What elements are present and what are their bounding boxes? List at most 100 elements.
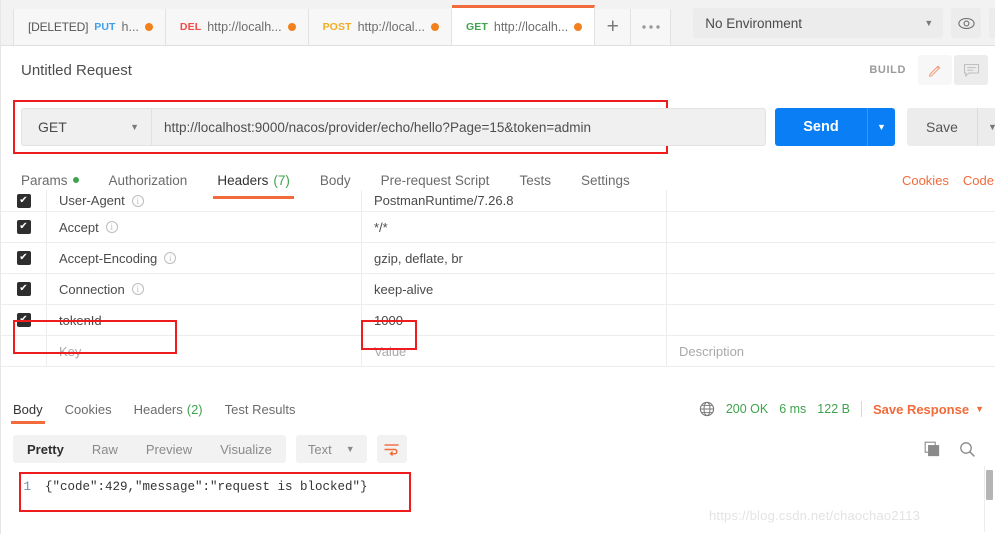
- header-row-new-value-cell[interactable]: Value: [362, 336, 667, 366]
- request-tab-2-unsaved-dot: [430, 23, 439, 31]
- code-link[interactable]: Code: [963, 173, 994, 188]
- checkbox-checked-icon[interactable]: ✔: [16, 193, 31, 208]
- send-button[interactable]: Send: [775, 108, 867, 146]
- save-button[interactable]: Save: [907, 108, 977, 146]
- table-row-empty[interactable]: Key Value Description: [1, 336, 995, 367]
- response-body-scrollbar[interactable]: [984, 466, 993, 532]
- header-row-new-checkbox-cell[interactable]: [1, 336, 47, 366]
- url-input-value: http://localhost:9000/nacos/provider/ech…: [164, 119, 592, 135]
- tab-tests-label: Tests: [519, 172, 551, 188]
- copy-icon: [924, 441, 940, 456]
- header-row-3-value: keep-alive: [374, 281, 434, 297]
- table-row[interactable]: ✔ tokenId 1000: [1, 305, 995, 336]
- tab-body-label: Body: [319, 172, 351, 188]
- header-row-3-checkbox-cell[interactable]: ✔: [1, 274, 47, 304]
- header-row-4-key-cell[interactable]: tokenId: [47, 305, 362, 335]
- table-row[interactable]: ✔ User-Agent i PostmanRuntime/7.26.8: [1, 190, 995, 212]
- chevron-down-icon: ▼: [924, 18, 934, 28]
- response-tab-test-results-label: Test Results: [224, 401, 296, 417]
- cookies-link[interactable]: Cookies: [902, 173, 949, 188]
- request-tab-1-method: DEL: [179, 21, 202, 33]
- header-column-key-placeholder: Key: [59, 343, 82, 359]
- header-row-3-description-cell[interactable]: [667, 274, 995, 304]
- environment-settings-button[interactable]: [989, 8, 995, 38]
- header-row-0-checkbox-cell[interactable]: ✔: [1, 190, 47, 211]
- comment-icon: [963, 63, 979, 77]
- response-tab-body-label: Body: [13, 401, 43, 417]
- request-tab-3-url: http://localh...: [493, 19, 569, 34]
- header-row-0-value-cell[interactable]: PostmanRuntime/7.26.8: [362, 190, 667, 211]
- response-tab-headers[interactable]: Headers (2): [134, 394, 203, 424]
- view-mode-preview[interactable]: Preview: [132, 435, 206, 463]
- checkbox-checked-icon[interactable]: ✔: [16, 251, 31, 265]
- header-row-1-key: Accept: [59, 219, 99, 235]
- response-tab-body[interactable]: Body: [11, 394, 45, 424]
- headers-table: ✔ User-Agent i PostmanRuntime/7.26.8 ✔ A…: [1, 190, 995, 390]
- header-row-1-value: */*: [374, 219, 388, 235]
- header-row-4-key: tokenId: [59, 312, 102, 328]
- request-tab-1-unsaved-dot: [287, 23, 296, 31]
- environment-quick-look-button[interactable]: [951, 8, 982, 38]
- response-time: 6 ms: [779, 402, 807, 416]
- response-tab-cookies[interactable]: Cookies: [65, 394, 112, 424]
- request-tab-1-url: http://localh...: [207, 20, 282, 34]
- request-tab-1[interactable]: DEL http://localh...: [165, 9, 309, 45]
- header-row-0-description-cell[interactable]: [667, 190, 995, 211]
- header-row-4-checkbox-cell[interactable]: ✔: [1, 305, 47, 335]
- request-title: Untitled Request: [21, 61, 132, 79]
- copy-response-button[interactable]: [924, 441, 941, 458]
- header-row-1-key-cell[interactable]: Accept i: [47, 212, 362, 242]
- header-row-new-key-cell[interactable]: Key: [47, 336, 362, 366]
- header-row-4-description-cell[interactable]: [667, 305, 995, 335]
- request-tab-3[interactable]: GET http://localh...: [451, 5, 596, 45]
- header-row-3-value-cell[interactable]: keep-alive: [362, 274, 667, 304]
- response-body-scrollbar-thumb[interactable]: [986, 470, 993, 500]
- edit-request-button[interactable]: [918, 55, 952, 85]
- checkbox-checked-icon[interactable]: ✔: [16, 313, 31, 327]
- view-mode-visualize[interactable]: Visualize: [206, 435, 286, 463]
- params-modified-dot: [72, 177, 79, 183]
- header-row-4-value-cell[interactable]: 1000: [362, 305, 667, 335]
- table-row[interactable]: ✔ Accept-Encoding i gzip, deflate, br: [1, 243, 995, 274]
- header-row-0-key-cell[interactable]: User-Agent i: [47, 190, 362, 211]
- save-options-button[interactable]: ▼: [977, 108, 995, 146]
- header-row-2-description-cell[interactable]: [667, 243, 995, 273]
- header-row-2-checkbox-cell[interactable]: ✔: [1, 243, 47, 273]
- comments-button[interactable]: [954, 55, 988, 85]
- table-row[interactable]: ✔ Accept i */*: [1, 212, 995, 243]
- request-tab-0[interactable]: [DELETED] PUT h...: [13, 9, 166, 45]
- request-tab-3-method: GET: [465, 20, 488, 33]
- response-tab-headers-count: (2): [186, 401, 203, 417]
- table-row[interactable]: ✔ Connection i keep-alive: [1, 274, 995, 305]
- header-row-1-value-cell[interactable]: */*: [362, 212, 667, 242]
- tab-options-button[interactable]: [631, 9, 672, 45]
- header-row-2-value-cell[interactable]: gzip, deflate, br: [362, 243, 667, 273]
- response-tab-cookies-label: Cookies: [64, 401, 112, 417]
- environment-selector[interactable]: No Environment ▼: [693, 8, 944, 38]
- header-row-3-key-cell[interactable]: Connection i: [47, 274, 362, 304]
- header-row-new-description-cell[interactable]: Description: [667, 336, 995, 366]
- header-row-3-key: Connection: [59, 281, 125, 297]
- response-section-tabs: Body Cookies Headers (2) Test Results 20…: [1, 393, 995, 425]
- request-title-actions: BUILD: [869, 55, 988, 85]
- view-mode-raw[interactable]: Raw: [78, 435, 132, 463]
- header-row-2-key-cell[interactable]: Accept-Encoding i: [47, 243, 362, 273]
- header-row-1-description-cell[interactable]: [667, 212, 995, 242]
- checkbox-checked-icon[interactable]: ✔: [16, 220, 31, 234]
- response-format-selector[interactable]: Text ▼: [295, 435, 367, 463]
- header-row-1-checkbox-cell[interactable]: ✔: [1, 212, 47, 242]
- response-tab-test-results[interactable]: Test Results: [225, 394, 296, 424]
- save-response-label: Save Response: [872, 401, 970, 417]
- view-mode-pretty[interactable]: Pretty: [13, 435, 78, 463]
- save-response-button[interactable]: Save Response ▼: [873, 402, 984, 417]
- request-tab-2[interactable]: POST http://local...: [308, 9, 452, 45]
- checkbox-checked-icon[interactable]: ✔: [16, 282, 31, 296]
- word-wrap-button[interactable]: [376, 435, 407, 463]
- url-input[interactable]: http://localhost:9000/nacos/provider/ech…: [151, 108, 766, 146]
- new-tab-button[interactable]: +: [595, 9, 632, 45]
- send-options-button[interactable]: ▼: [867, 108, 895, 146]
- request-tab-0-deleted-label: [DELETED]: [28, 20, 89, 34]
- search-response-button[interactable]: [959, 441, 976, 458]
- postman-window: [DELETED] PUT h... DEL http://localh... …: [0, 0, 995, 534]
- http-method-selector[interactable]: GET ▼: [21, 108, 151, 146]
